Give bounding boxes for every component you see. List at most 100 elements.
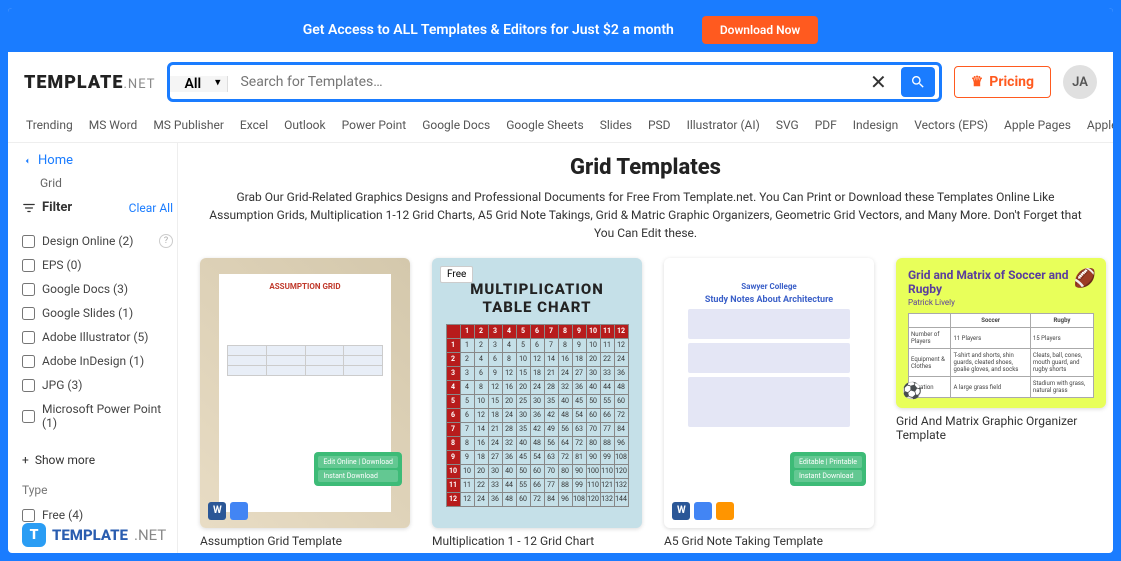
filter-label: Free (4): [42, 508, 83, 522]
filter-checkbox[interactable]: [22, 509, 35, 522]
nav-item[interactable]: PDF: [815, 118, 837, 132]
show-more-button[interactable]: + Show more: [22, 449, 173, 471]
filter-title: Filter: [22, 200, 72, 215]
filter-checkbox[interactable]: [22, 235, 35, 248]
nav-item[interactable]: Vectors (EPS): [914, 118, 988, 132]
main-content: Grid Templates Grab Our Grid-Related Gra…: [178, 143, 1113, 553]
filter-icon: [22, 201, 36, 215]
category-select[interactable]: All: [170, 76, 228, 92]
filter-label: EPS (0): [42, 258, 82, 272]
nav-item[interactable]: Excel: [240, 118, 268, 132]
filter-item[interactable]: Adobe InDesign (1): [22, 349, 173, 373]
filter-checkbox[interactable]: [22, 259, 35, 272]
template-card[interactable]: 🏈 ⚽ Grid and Matrix of Soccer and Rugby …: [896, 258, 1106, 548]
nav-item[interactable]: Apple Numbers: [1087, 118, 1113, 132]
template-grid: ASSUMPTION GRID Edit Online | DownloadIn…: [200, 258, 1091, 548]
filter-checkbox[interactable]: [22, 410, 35, 423]
show-more-label: Show more: [35, 453, 95, 467]
filter-label: Microsoft Power Point (1): [42, 402, 173, 430]
soccer-icon: ⚽: [902, 381, 922, 400]
filter-label: JPG (3): [42, 378, 82, 392]
page-title: Grid Templates: [200, 155, 1091, 180]
search-button[interactable]: [901, 67, 935, 97]
category-nav: Trending MS Word MS Publisher Excel Outlook P…: [8, 112, 1113, 143]
filter-item[interactable]: Adobe Illustrator (5): [22, 325, 173, 349]
nav-item[interactable]: MS Word: [89, 118, 138, 132]
breadcrumb-current: Grid: [40, 176, 173, 190]
nav-item[interactable]: Power Point: [342, 118, 407, 132]
format-badges: [672, 502, 734, 520]
template-thumbnail: ASSUMPTION GRID Edit Online | DownloadIn…: [200, 258, 410, 528]
thumb-heading: Study Notes About Architecture: [688, 295, 851, 305]
template-card[interactable]: Free MULTIPLICATIONTABLE CHART 123456789…: [432, 258, 642, 548]
thumb-heading: ASSUMPTION GRID: [227, 282, 383, 291]
template-card[interactable]: ASSUMPTION GRID Edit Online | DownloadIn…: [200, 258, 410, 548]
search-input[interactable]: [228, 65, 859, 99]
clear-all-link[interactable]: Clear All: [129, 201, 173, 215]
logo[interactable]: TEMPLATE.NET: [24, 72, 155, 93]
nav-item[interactable]: SVG: [776, 118, 799, 132]
help-icon[interactable]: ?: [159, 234, 173, 248]
football-icon: 🏈: [1074, 268, 1096, 289]
filter-item[interactable]: Microsoft Power Point (1): [22, 397, 173, 435]
format-badges: [208, 502, 248, 520]
filter-checkbox[interactable]: [22, 283, 35, 296]
nav-item[interactable]: Apple Pages: [1004, 118, 1071, 132]
filter-label: Google Docs (3): [42, 282, 128, 296]
logo-main: TEMPLATE: [24, 72, 124, 93]
search-bar: All ✕: [167, 62, 941, 102]
plus-icon: +: [22, 453, 29, 467]
nav-item[interactable]: Illustrator (AI): [687, 118, 760, 132]
nav-item[interactable]: Indesign: [853, 118, 899, 132]
edit-download-button[interactable]: Editable | PrintableInstant Download: [790, 452, 866, 486]
filter-checkbox[interactable]: [22, 331, 35, 344]
filter-label: Google Slides (1): [42, 306, 133, 320]
nav-item[interactable]: MS Publisher: [153, 118, 224, 132]
clear-search-button[interactable]: ✕: [860, 70, 897, 94]
watermark-icon: T: [22, 523, 46, 547]
filter-checkbox[interactable]: [22, 379, 35, 392]
chevron-left-icon: [22, 156, 32, 166]
template-card[interactable]: Sawyer College Study Notes About Archite…: [664, 258, 874, 548]
filter-checkbox[interactable]: [22, 355, 35, 368]
template-thumbnail: 🏈 ⚽ Grid and Matrix of Soccer and Rugby …: [896, 258, 1106, 408]
nav-item[interactable]: Slides: [600, 118, 632, 132]
free-badge: Free: [440, 266, 473, 283]
nav-item[interactable]: Google Sheets: [506, 118, 583, 132]
search-icon: [910, 74, 926, 90]
logo-suffix: .NET: [124, 77, 156, 92]
promo-text: Get Access to ALL Templates & Editors fo…: [303, 22, 674, 38]
nav-item[interactable]: Outlook: [284, 118, 325, 132]
nav-item[interactable]: Google Docs: [422, 118, 490, 132]
gdoc-icon: [230, 502, 248, 520]
nav-item[interactable]: PSD: [648, 118, 671, 132]
filter-item[interactable]: Google Docs (3): [22, 277, 173, 301]
breadcrumb-home-label: Home: [38, 153, 73, 168]
gdoc-icon: [694, 502, 712, 520]
promo-bar: Get Access to ALL Templates & Editors fo…: [8, 8, 1113, 52]
template-title: Multiplication 1 - 12 Grid Chart: [432, 534, 642, 548]
promo-cta-button[interactable]: Download Now: [702, 16, 818, 44]
filter-checkbox[interactable]: [22, 307, 35, 320]
filter-item[interactable]: JPG (3): [22, 373, 173, 397]
filter-item[interactable]: Google Slides (1): [22, 301, 173, 325]
template-title: Grid And Matrix Graphic Organizer Templa…: [896, 414, 1106, 442]
avatar[interactable]: JA: [1063, 65, 1097, 99]
thumb-subhead: Sawyer College: [688, 282, 851, 291]
filter-item[interactable]: EPS (0): [22, 253, 173, 277]
edit-download-button[interactable]: Edit Online | DownloadInstant Download: [314, 452, 402, 486]
watermark-suffix: .NET: [134, 526, 166, 544]
breadcrumb-home[interactable]: Home: [22, 153, 173, 168]
template-thumbnail: Free MULTIPLICATIONTABLE CHART 123456789…: [432, 258, 642, 528]
template-thumbnail: Sawyer College Study Notes About Archite…: [664, 258, 874, 528]
category-select-wrap: All: [170, 73, 228, 92]
filter-label: Adobe Illustrator (5): [42, 330, 148, 344]
pricing-button[interactable]: ♛ Pricing: [954, 66, 1051, 98]
page-description: Grab Our Grid-Related Graphics Designs a…: [200, 188, 1091, 242]
thumb-author: Patrick Lively: [908, 298, 955, 307]
word-icon: [208, 502, 226, 520]
crown-icon: ♛: [971, 74, 984, 90]
nav-item[interactable]: Trending: [26, 118, 73, 132]
filter-item[interactable]: Design Online (2)?: [22, 229, 173, 253]
template-title: A5 Grid Note Taking Template: [664, 534, 874, 548]
